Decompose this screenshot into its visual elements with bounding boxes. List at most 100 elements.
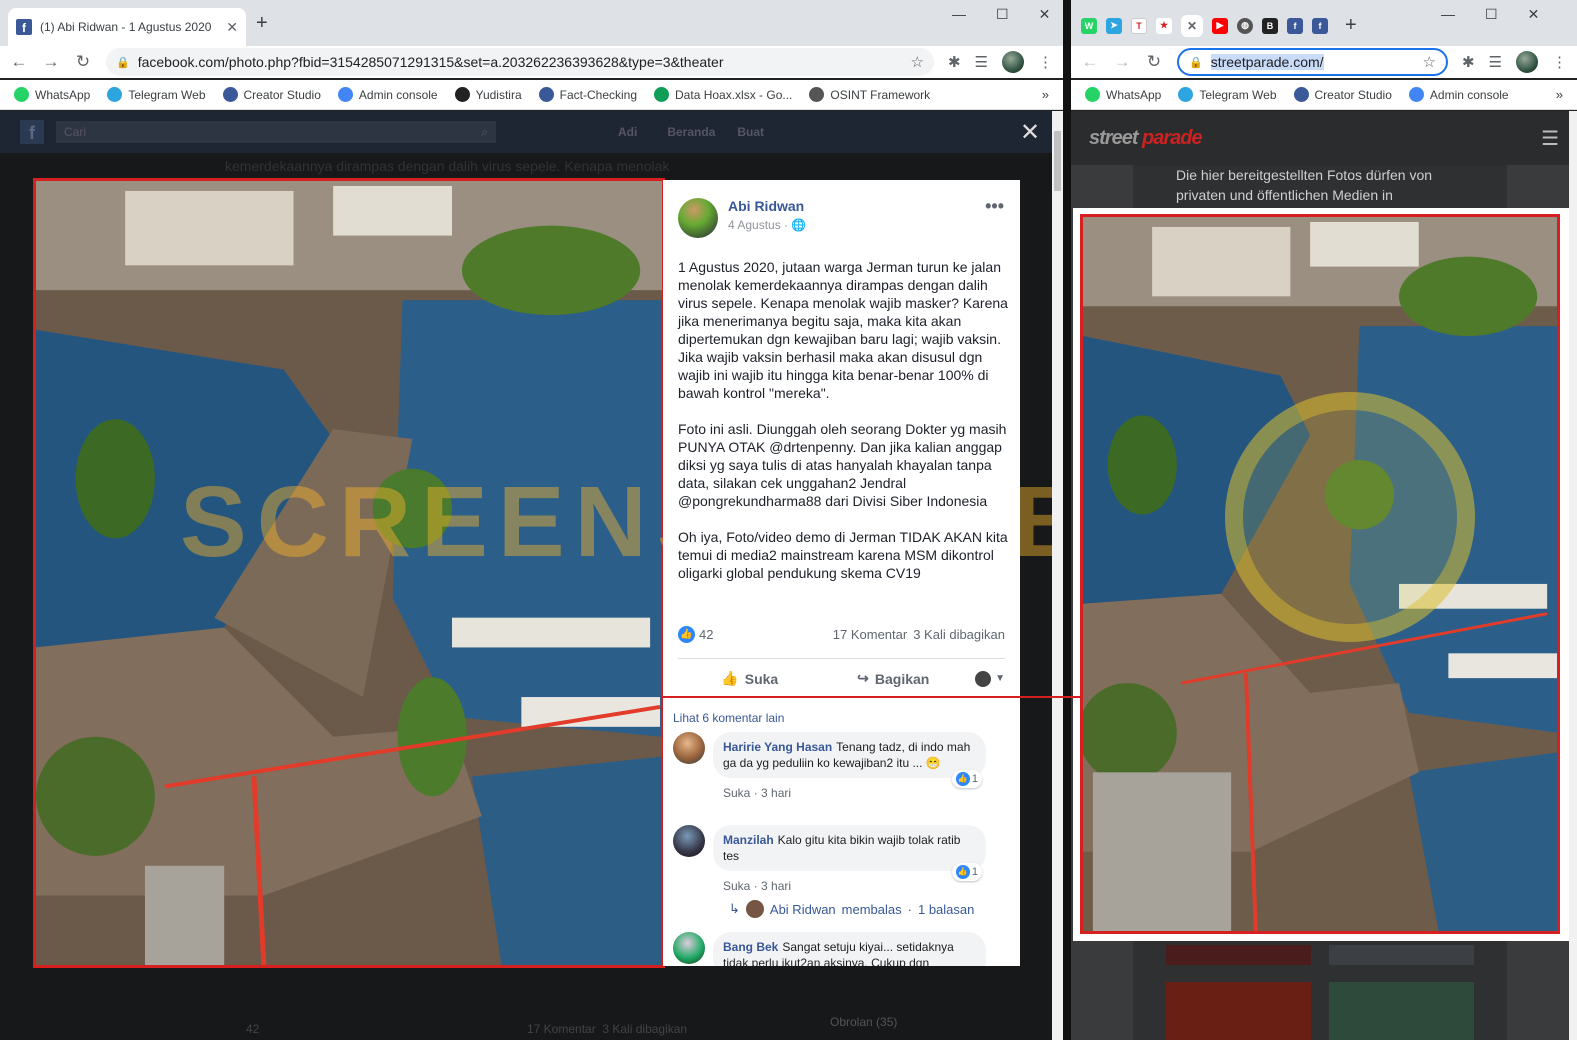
maximize-icon[interactable]: ☐ [996,6,1009,23]
chat-sidebar-label[interactable]: Obrolan (35) [830,1015,897,1029]
bookmark-item[interactable]: Admin console [337,87,438,102]
forward-icon[interactable]: → [42,52,60,72]
active-tab-close-icon[interactable]: ✕ [1181,14,1203,37]
reading-list-icon[interactable]: ☰ [1489,53,1502,71]
shares-count[interactable]: 3 Kali dibagikan [913,627,1005,642]
left-browser-window: f (1) Abi Ridwan - 1 Agustus 2020 ✕ + — … [0,0,1063,1040]
fb-nav-create[interactable]: Buat [737,125,764,139]
commenter-avatar[interactable] [673,732,705,764]
menu-dots-icon[interactable]: ⋮ [1038,53,1053,71]
author-name[interactable]: Abi Ridwan [728,198,806,214]
search-icon[interactable]: ⌕ [481,125,488,139]
comment-like-count[interactable]: 👍 1 [951,863,982,881]
comment-like-link[interactable]: Suka [723,786,750,800]
new-tab-button[interactable]: + [1345,14,1357,37]
globe-icon[interactable]: ◍ [1237,17,1253,34]
address-bar[interactable]: 🔒 facebook.com/photo.php?fbid=3154285071… [106,48,934,76]
back-icon[interactable]: ← [10,52,28,72]
close-tab-icon[interactable]: ✕ [226,19,238,36]
fb-nav-home[interactable]: Beranda [667,125,715,139]
commenter-name[interactable]: Haririe Yang Hasan [723,740,832,754]
streetparade-logo[interactable]: street parade [1089,127,1203,150]
extensions-icon[interactable]: ✱ [1462,53,1475,71]
t-icon[interactable]: T [1131,17,1147,34]
bookmark-item[interactable]: Admin console [1408,87,1509,102]
extensions-icon[interactable]: ✱ [948,53,961,71]
menu-dots-icon[interactable]: ⋮ [1552,53,1567,71]
fb-search-placeholder: Cari [64,125,87,139]
comment-like-link[interactable]: Suka [723,879,750,893]
hamburger-menu-icon[interactable]: ☰ [1541,126,1559,151]
bookmark-item[interactable]: Fact-Checking [538,87,637,102]
post-actions: 👍 Suka ↪ Bagikan ▼ [678,658,1005,698]
bookmark-item[interactable]: Data Hoax.xlsx - Go... [654,87,792,102]
close-theater-icon[interactable]: ✕ [1020,118,1040,147]
more-options-icon[interactable]: ••• [985,196,1004,217]
bookmarks-overflow-icon[interactable]: » [1042,87,1049,102]
youtube-icon[interactable]: ▶ [1212,17,1228,34]
comment-meta: Suka · 3 hari [723,786,792,800]
telegram-icon[interactable]: ➤ [1106,17,1122,34]
comments-count[interactable]: 17 Komentar [833,627,907,642]
bookmark-star-icon[interactable]: ☆ [1423,53,1436,71]
reload-icon[interactable]: ↻ [74,52,92,72]
original-photo[interactable] [1080,214,1560,934]
whatsapp-icon[interactable]: W [1081,17,1097,34]
bbc-icon[interactable]: B [1262,17,1278,34]
maximize-icon[interactable]: ☐ [1485,6,1498,23]
page-scrollbar[interactable] [1569,111,1577,1040]
author-avatar[interactable] [678,198,718,238]
facebook-icon[interactable]: f [1287,17,1303,34]
minimize-icon[interactable]: — [1441,6,1455,23]
reply-link[interactable]: ↳ Abi Ridwan membalas · 1 balasan [729,900,974,918]
facebook-icon[interactable]: f [1312,17,1328,34]
gallery-thumbnail[interactable] [1329,982,1474,1040]
close-window-icon[interactable]: ✕ [1039,6,1051,23]
close-window-icon[interactable]: ✕ [1528,6,1540,23]
commenter-avatar[interactable] [673,932,705,964]
bookmark-item[interactable]: OSINT Framework [809,87,930,102]
gallery-thumbnail[interactable] [1329,945,1474,965]
fb-nav-profile[interactable]: Adi [618,125,637,139]
profile-avatar[interactable] [1516,51,1538,73]
forward-icon[interactable]: → [1113,52,1131,72]
bookmark-item[interactable]: Telegram Web [1178,87,1277,102]
bookmark-item[interactable]: Telegram Web [107,87,206,102]
globe-icon: 🌐 [791,218,807,232]
bookmark-item[interactable]: Creator Studio [1293,87,1392,102]
comment-time[interactable]: 3 hari [761,879,791,893]
comment-like-count[interactable]: 👍 1 [951,770,982,788]
bookmark-item[interactable]: Creator Studio [222,87,321,102]
bookmark-star-icon[interactable]: ☆ [911,53,924,71]
post-photo[interactable] [33,178,665,968]
fb-search-input[interactable]: Cari ⌕ [56,121,496,143]
likes-count[interactable]: 42 [699,627,713,642]
bookmark-item[interactable]: Yudistira [454,87,522,102]
page-scrollbar[interactable] [1052,111,1063,1040]
gallery-thumbnail[interactable] [1166,945,1311,965]
reading-list-icon[interactable]: ☰ [975,53,988,71]
gallery-thumbnail[interactable] [1166,982,1311,1040]
bookmark-item[interactable]: WhatsApp [14,87,90,102]
profile-avatar[interactable] [1002,51,1024,73]
bookmarks-overflow-icon[interactable]: » [1556,87,1563,102]
post-header: Abi Ridwan 4 Agustus · 🌐 [678,198,806,238]
comment-time[interactable]: 3 hari [761,786,791,800]
minimize-icon[interactable]: — [952,6,966,23]
post-date[interactable]: 4 Agustus · 🌐 [728,218,806,232]
bookmark-item[interactable]: WhatsApp [1085,87,1161,102]
commenter-avatar[interactable] [673,825,705,857]
new-tab-button[interactable]: + [256,12,268,35]
commenter-name[interactable]: Manzilah [723,833,774,847]
star-icon[interactable]: ★ [1156,17,1172,34]
share-button[interactable]: ↪ Bagikan [822,670,966,687]
tab-facebook[interactable]: f (1) Abi Ridwan - 1 Agustus 2020 ✕ [8,8,246,46]
view-more-comments-link[interactable]: Lihat 6 komentar lain [673,711,784,725]
back-icon[interactable]: ← [1081,52,1099,72]
audience-selector[interactable]: ▼ [965,670,1005,687]
commenter-name[interactable]: Bang Bek [723,940,778,954]
address-bar[interactable]: 🔒 streetparade.com/ ☆ [1177,48,1448,76]
reload-icon[interactable]: ↻ [1145,52,1163,72]
like-button[interactable]: 👍 Suka [678,670,822,687]
scrollbar-thumb[interactable] [1054,131,1061,191]
